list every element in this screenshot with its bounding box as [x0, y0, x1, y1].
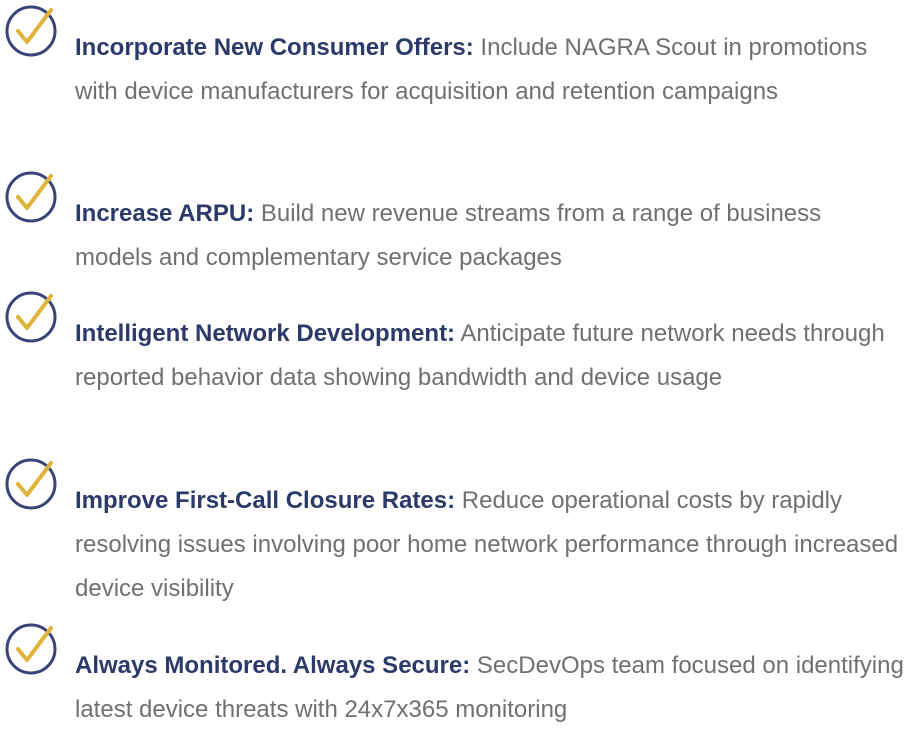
check-circle-icon — [5, 291, 57, 343]
benefit-title: Incorporate New Consumer Offers: — [75, 34, 474, 61]
benefit-text: Increase ARPU: Build new revenue streams… — [75, 192, 905, 280]
benefit-text: Improve First-Call Closure Rates: Reduce… — [75, 479, 905, 611]
benefit-title: Improve First-Call Closure Rates: — [75, 487, 456, 514]
benefit-text: Intelligent Network Development: Anticip… — [75, 312, 905, 400]
check-circle-icon — [5, 5, 57, 57]
benefit-text: Incorporate New Consumer Offers: Include… — [75, 26, 905, 114]
benefit-text: Always Monitored. Always Secure: SecDevO… — [75, 644, 905, 732]
benefit-title: Increase ARPU: — [75, 200, 255, 227]
check-circle-icon — [5, 458, 57, 510]
check-circle-icon — [5, 171, 57, 223]
benefit-title: Always Monitored. Always Secure: — [75, 652, 471, 679]
check-circle-icon — [5, 623, 57, 675]
benefit-title: Intelligent Network Development: — [75, 320, 456, 347]
